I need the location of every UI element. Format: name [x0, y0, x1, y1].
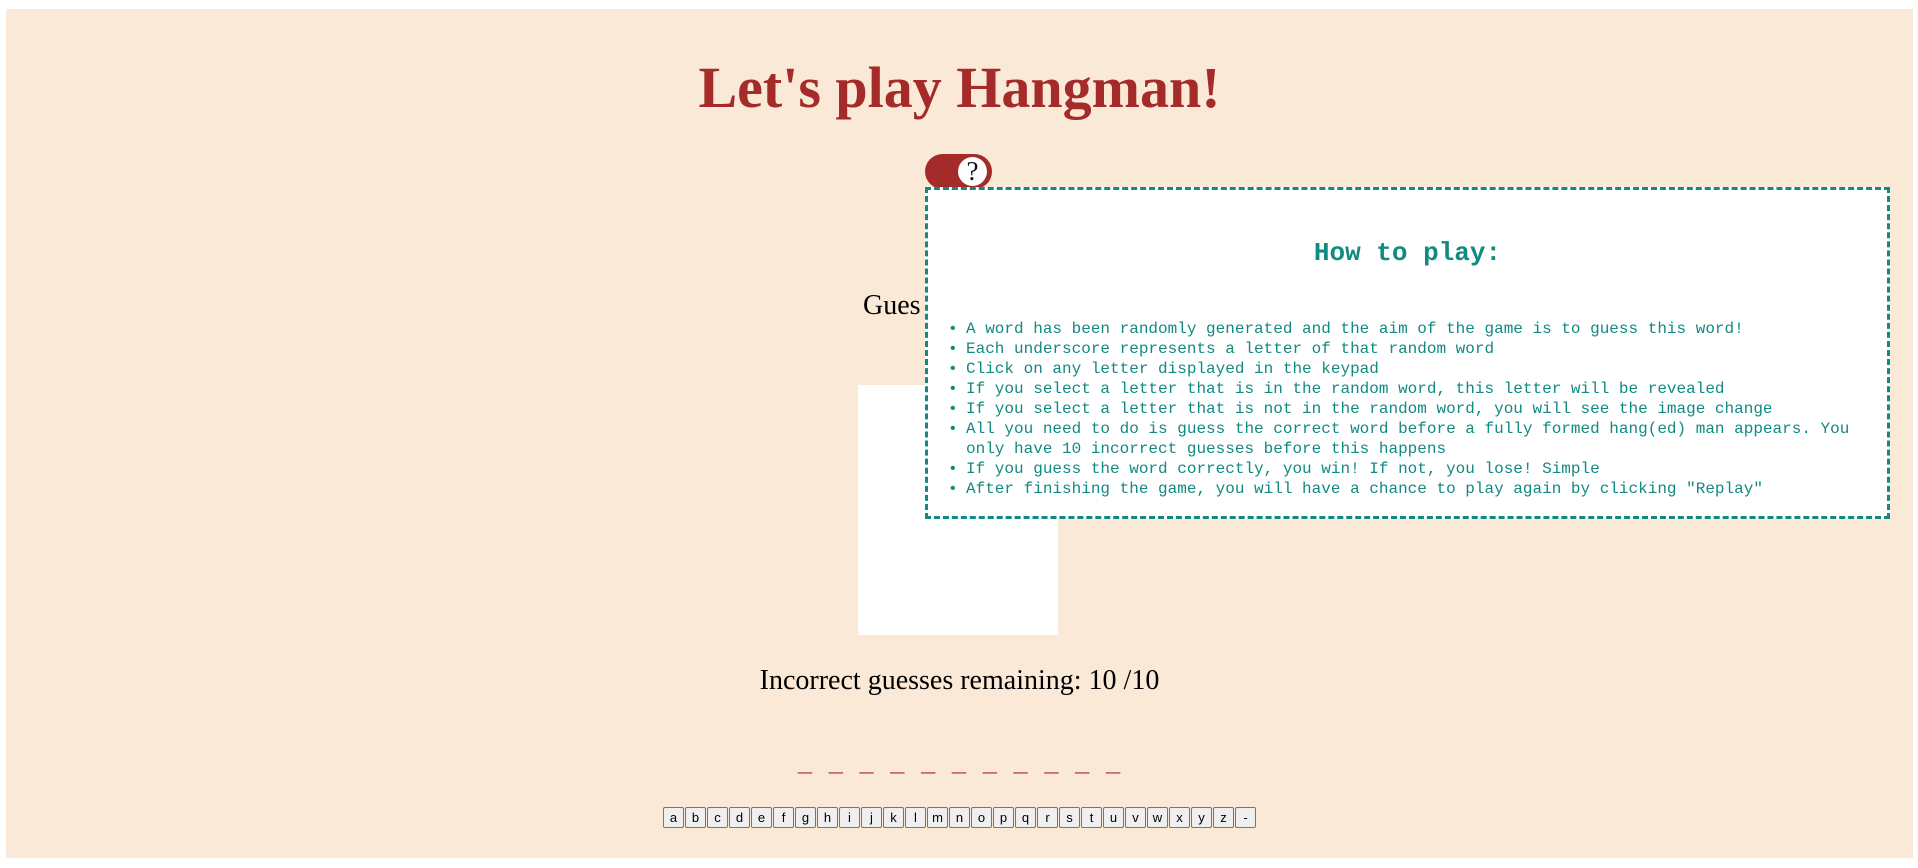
key-hyphen[interactable]: -: [1235, 807, 1256, 828]
help-item: Each underscore represents a letter of t…: [948, 339, 1883, 359]
key-w[interactable]: w: [1147, 807, 1168, 828]
help-item: A word has been randomly generated and t…: [948, 319, 1883, 339]
help-item: After finishing the game, you will have …: [948, 479, 1883, 499]
key-q[interactable]: q: [1015, 807, 1036, 828]
help-instructions-list: A word has been randomly generated and t…: [948, 319, 1883, 499]
game-page: Let's play Hangman! ? Gues Incorrect gue…: [6, 9, 1913, 858]
key-z[interactable]: z: [1213, 807, 1234, 828]
key-l[interactable]: l: [905, 807, 926, 828]
key-m[interactable]: m: [927, 807, 948, 828]
page-title: Let's play Hangman!: [698, 55, 1221, 120]
help-item: All you need to do is guess the correct …: [948, 419, 1883, 459]
guess-label: Gues: [863, 290, 921, 321]
key-g[interactable]: g: [795, 807, 816, 828]
key-b[interactable]: b: [685, 807, 706, 828]
key-k[interactable]: k: [883, 807, 904, 828]
remaining-label: Incorrect guesses remaining:: [759, 665, 1082, 696]
key-p[interactable]: p: [993, 807, 1014, 828]
key-j[interactable]: j: [861, 807, 882, 828]
help-panel: How to play: A word has been randomly ge…: [925, 187, 1890, 519]
key-r[interactable]: r: [1037, 807, 1058, 828]
key-o[interactable]: o: [971, 807, 992, 828]
help-item: If you select a letter that is not in th…: [948, 399, 1883, 419]
help-item: If you select a letter that is in the ra…: [948, 379, 1883, 399]
key-i[interactable]: i: [839, 807, 860, 828]
help-title: How to play:: [1313, 238, 1502, 268]
hidden-word: _ _ _ _ _ _ _ _ _ _ _: [797, 752, 1122, 779]
help-toggle[interactable]: ?: [925, 154, 992, 189]
remaining-total: 10: [1131, 665, 1160, 696]
help-item: Click on any letter displayed in the key…: [948, 359, 1883, 379]
key-c[interactable]: c: [707, 807, 728, 828]
question-mark-icon: ?: [958, 157, 987, 186]
key-a[interactable]: a: [663, 807, 684, 828]
incorrect-guesses-remaining: Incorrect guesses remaining: 10 /10: [759, 665, 1160, 696]
key-u[interactable]: u: [1103, 807, 1124, 828]
help-item: If you guess the word correctly, you win…: [948, 459, 1883, 479]
key-n[interactable]: n: [949, 807, 970, 828]
remaining-count: 10: [1088, 665, 1117, 696]
key-x[interactable]: x: [1169, 807, 1190, 828]
key-h[interactable]: h: [817, 807, 838, 828]
letter-keypad: abcdefghijklmnopqrstuvwxyz-: [6, 807, 1913, 828]
key-e[interactable]: e: [751, 807, 772, 828]
key-f[interactable]: f: [773, 807, 794, 828]
key-v[interactable]: v: [1125, 807, 1146, 828]
key-t[interactable]: t: [1081, 807, 1102, 828]
key-s[interactable]: s: [1059, 807, 1080, 828]
key-d[interactable]: d: [729, 807, 750, 828]
key-y[interactable]: y: [1191, 807, 1212, 828]
